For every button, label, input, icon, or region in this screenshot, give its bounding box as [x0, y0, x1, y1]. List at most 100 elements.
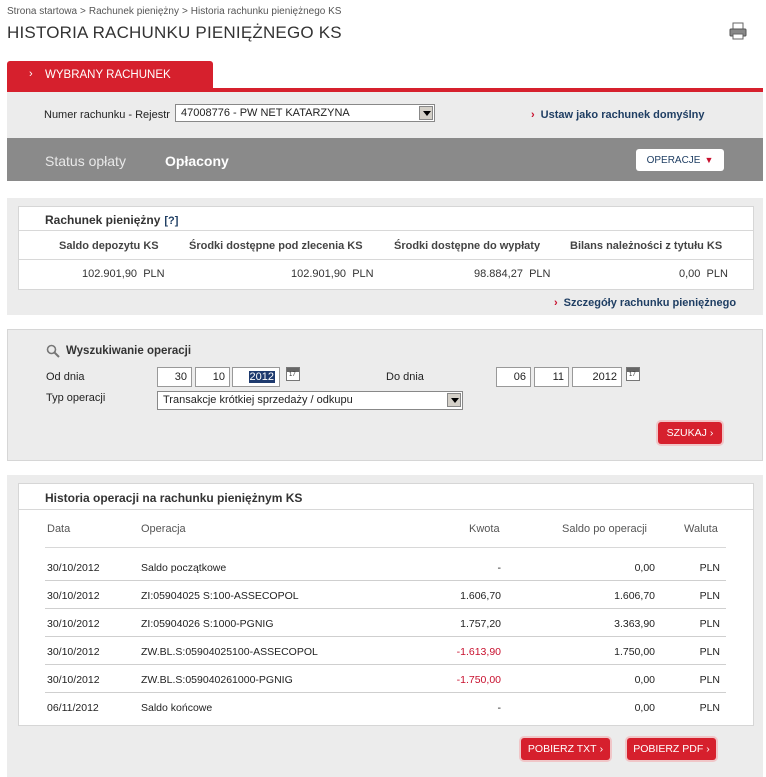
cell-amount: 1.757,20 [460, 618, 501, 630]
currency: PLN [143, 268, 165, 280]
divider [19, 259, 753, 260]
status-label: Status opłaty [45, 153, 126, 169]
account-select-value: 47008776 - PW NET KATARZYNA [181, 107, 350, 119]
from-date-label: Od dnia [46, 371, 85, 383]
from-year-input[interactable]: 2012 [232, 367, 280, 387]
chevron-right-icon: › [554, 297, 558, 309]
cell-date: 06/11/2012 [47, 702, 99, 714]
deposit-value: 102.901,90 PLN [82, 268, 165, 280]
cell-amount: -1.613,90 [456, 646, 501, 658]
cell-balance: 0,00 [634, 702, 655, 714]
dropdown-arrow-icon [419, 106, 433, 120]
currency: PLN [706, 268, 728, 280]
cell-date: 30/10/2012 [47, 562, 100, 574]
cell-operation: Saldo początkowe [141, 562, 227, 574]
currency: PLN [529, 268, 551, 280]
to-date-label: Do dnia [386, 371, 424, 383]
operations-button-label: OPERACJE [646, 155, 701, 166]
cell-operation: Saldo końcowe [141, 702, 213, 714]
cell-operation: ZI:05904025 S:100-ASSECOPOL [141, 590, 299, 602]
table-row: 30/10/2012 Saldo początkowe - 0,00 PLN [45, 553, 726, 581]
account-number-label: Numer rachunku - Rejestr [44, 109, 170, 121]
divider [19, 230, 753, 231]
download-pdf-label: POBIERZ PDF [633, 743, 704, 755]
from-month-input[interactable]: 10 [195, 367, 230, 387]
operation-type-label: Typ operacji [46, 392, 106, 404]
search-title: Wyszukiwanie operacji [66, 345, 192, 357]
receivables-amount: 0,00 [679, 268, 701, 280]
breadcrumb-link-home[interactable]: Strona startowa [7, 6, 77, 17]
account-select[interactable]: 47008776 - PW NET KATARZYNA [175, 104, 435, 122]
download-txt-button[interactable]: POBIERZ TXT › [521, 738, 610, 760]
chevron-right-icon: › [706, 743, 710, 755]
divider [19, 509, 753, 510]
cell-operation: ZI:05904026 S:1000-PGNIG [141, 618, 274, 630]
col-header-available-withdrawal: Środki dostępne do wypłaty [394, 240, 541, 252]
col-header-receivables: Bilans należności z tytułu KS [570, 240, 723, 252]
currency: PLN [352, 268, 374, 280]
col-header-date: Data [47, 523, 71, 535]
from-day-input[interactable]: 30 [157, 367, 192, 387]
from-year-value: 2012 [248, 371, 275, 383]
cell-date: 30/10/2012 [47, 618, 100, 630]
to-year-input[interactable]: 2012 [572, 367, 622, 387]
calendar-icon[interactable] [626, 367, 640, 381]
breadcrumb: Strona startowa > Rachunek pieniężny > Histo… [7, 6, 342, 17]
download-pdf-button[interactable]: POBIERZ PDF › [627, 738, 716, 760]
to-day-input[interactable]: 06 [496, 367, 531, 387]
cell-amount: 1.606,70 [460, 590, 501, 602]
cell-currency: PLN [699, 646, 720, 658]
cash-account-details-link[interactable]: › Szczegóły rachunku pieniężnego [554, 297, 736, 309]
cell-date: 30/10/2012 [47, 646, 100, 658]
available-orders-value: 102.901,90 PLN [291, 268, 374, 280]
operation-type-value: Transakcje krótkiej sprzedaży / odkupu [163, 394, 353, 406]
col-header-amount: Kwota [469, 523, 500, 535]
search-icon [46, 344, 60, 358]
table-row: 30/10/2012 ZI:05904026 S:1000-PGNIG 1.75… [45, 609, 726, 637]
cell-operation: ZW.BL.S:059040261000-PGNIG [141, 674, 293, 686]
chevron-right-icon: › [531, 109, 535, 121]
help-icon[interactable]: [?] [164, 215, 178, 227]
chevron-right-icon: › [709, 427, 714, 439]
operations-button[interactable]: OPERACJE ▼ [636, 149, 724, 171]
cell-currency: PLN [699, 702, 720, 714]
cell-date: 30/10/2012 [47, 674, 100, 686]
col-header-balance: Saldo po operacji [562, 523, 648, 535]
divider [45, 547, 726, 548]
table-row: 30/10/2012 ZI:05904025 S:100-ASSECOPOL 1… [45, 581, 726, 609]
status-value: Opłacony [165, 153, 229, 169]
operation-type-select[interactable]: Transakcje krótkiej sprzedaży / odkupu [157, 391, 463, 410]
chevron-down-icon: ▼ [704, 155, 714, 165]
chevron-right-icon: › [29, 68, 33, 80]
cell-amount: - [497, 702, 502, 714]
cell-balance: 1.750,00 [614, 646, 655, 658]
cell-balance: 0,00 [634, 674, 655, 686]
cell-balance: 1.606,70 [614, 590, 655, 602]
history-title: Historia operacji na rachunku pieniężnym… [45, 491, 303, 505]
breadcrumb-current: Historia rachunku pieniężnego KS [190, 6, 342, 17]
print-icon[interactable] [729, 22, 747, 40]
calendar-icon[interactable] [286, 367, 300, 381]
cell-balance: 0,00 [634, 562, 655, 574]
tab-label: WYBRANY RACHUNEK [45, 69, 171, 81]
set-default-account-label: Ustaw jako rachunek domyślny [540, 109, 705, 121]
cell-balance: 3.363,90 [614, 618, 655, 630]
download-txt-label: POBIERZ TXT [527, 743, 597, 755]
cell-amount: -1.750,00 [456, 674, 501, 686]
cell-currency: PLN [699, 562, 720, 574]
search-button[interactable]: SZUKAJ › [658, 422, 722, 444]
dropdown-arrow-icon [447, 393, 461, 407]
tab-selected-account[interactable]: › WYBRANY RACHUNEK [7, 61, 213, 89]
col-header-available-orders: Środki dostępne pod zlecenia KS [189, 240, 363, 252]
table-row: 30/10/2012 ZW.BL.S:05904025100-ASSECOPOL… [45, 637, 726, 665]
breadcrumb-link-cash-account[interactable]: Rachunek pieniężny [89, 6, 179, 17]
col-header-deposit: Saldo depozytu KS [59, 240, 159, 252]
receivables-value: 0,00 PLN [679, 268, 728, 280]
to-month-input[interactable]: 11 [534, 367, 569, 387]
set-default-account-link[interactable]: › Ustaw jako rachunek domyślny [531, 109, 705, 121]
available-withdrawal-amount: 98.884,27 [474, 268, 523, 280]
col-header-operation: Operacja [141, 523, 186, 535]
available-orders-amount: 102.901,90 [291, 268, 347, 280]
cell-currency: PLN [699, 674, 720, 686]
cell-date: 30/10/2012 [47, 590, 100, 602]
